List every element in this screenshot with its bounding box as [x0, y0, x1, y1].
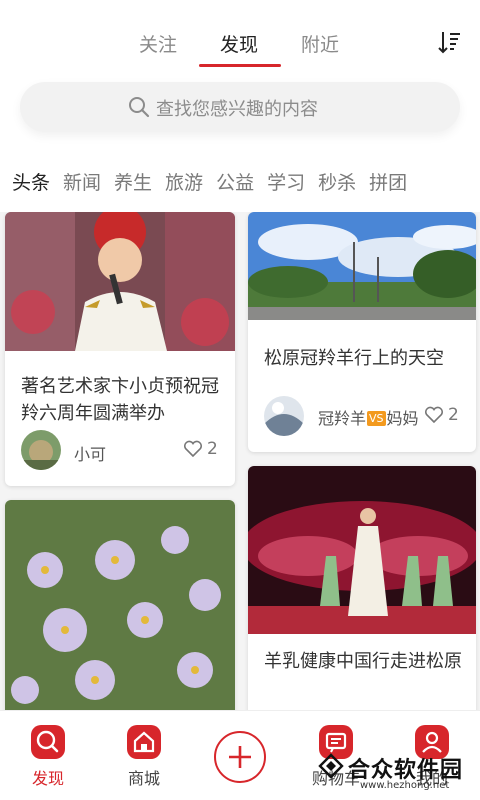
tab-nearby[interactable]: 附近 [301, 30, 339, 57]
category-group-buy[interactable]: 拼团 [369, 168, 407, 195]
watermark-url: www.hezhong.net [360, 780, 450, 791]
avatar[interactable] [21, 430, 61, 470]
plus-icon [229, 746, 251, 768]
post-card[interactable] [5, 500, 235, 710]
category-charity[interactable]: 公益 [216, 168, 254, 195]
watermark-logo-icon [318, 753, 344, 779]
heart-icon [424, 406, 444, 424]
post-title: 著名艺术家卞小贞预祝冠羚六周年圆满举办 [21, 376, 219, 424]
search-input[interactable]: 查找您感兴趣的内容 [20, 82, 460, 132]
active-tab-indicator [199, 64, 281, 67]
content-feed[interactable]: 著名艺术家卞小贞预祝冠羚六周年圆满举办 小可 2 松原冠羚羊行上的天空 冠羚羊 … [0, 212, 480, 710]
post-title: 松原冠羚羊行上的天空 [264, 348, 444, 369]
search-placeholder: 查找您感兴趣的内容 [156, 99, 318, 120]
post-card[interactable]: 著名艺术家卞小贞预祝冠羚六周年圆满举办 小可 2 [5, 212, 235, 486]
post-card[interactable]: 松原冠羚羊行上的天空 冠羚羊 VS 妈妈 2 [248, 212, 476, 452]
author-name-left: 冠羚羊 [318, 409, 367, 428]
post-image-singer [5, 212, 235, 351]
post-image-flowers [5, 500, 235, 710]
like-count: 2 [448, 405, 459, 425]
author-name[interactable]: 冠羚羊 VS 妈妈 [318, 405, 419, 429]
category-headlines[interactable]: 头条 [12, 168, 50, 195]
like-count: 2 [207, 439, 218, 459]
home-shop-icon [127, 725, 161, 759]
post-image-sky [248, 212, 476, 320]
category-travel[interactable]: 旅游 [165, 168, 203, 195]
category-bar: 头条 新闻 养生 旅游 公益 学习 秒杀 拼团 [12, 168, 407, 195]
category-flash-sale[interactable]: 秒杀 [318, 168, 356, 195]
nav-shop[interactable]: 商城 [112, 725, 176, 789]
category-health[interactable]: 养生 [114, 168, 152, 195]
category-study[interactable]: 学习 [267, 168, 305, 195]
post-title: 羊乳健康中国行走进松原 [264, 651, 462, 672]
like-button[interactable]: 2 [424, 405, 459, 425]
discover-icon [31, 725, 65, 759]
author-name-right: 妈妈 [386, 409, 419, 428]
post-image-stage [248, 466, 476, 634]
author-name[interactable]: 小可 [74, 441, 106, 465]
search-icon [129, 97, 150, 118]
nav-discover-label: 发现 [31, 769, 64, 788]
top-tab-bar: 关注 发现 附近 [0, 0, 480, 72]
nav-discover[interactable]: 发现 [16, 725, 80, 789]
create-post-button[interactable] [214, 731, 266, 783]
tab-discover[interactable]: 发现 [220, 30, 258, 57]
vs-badge: VS [367, 411, 386, 426]
category-news[interactable]: 新闻 [63, 168, 101, 195]
like-button[interactable]: 2 [183, 439, 218, 459]
tab-follow[interactable]: 关注 [139, 30, 177, 57]
nav-shop-label: 商城 [127, 769, 160, 788]
avatar[interactable] [264, 396, 304, 436]
post-card[interactable]: 羊乳健康中国行走进松原 [248, 466, 476, 710]
sort-icon[interactable] [436, 28, 464, 56]
heart-icon [183, 440, 203, 458]
